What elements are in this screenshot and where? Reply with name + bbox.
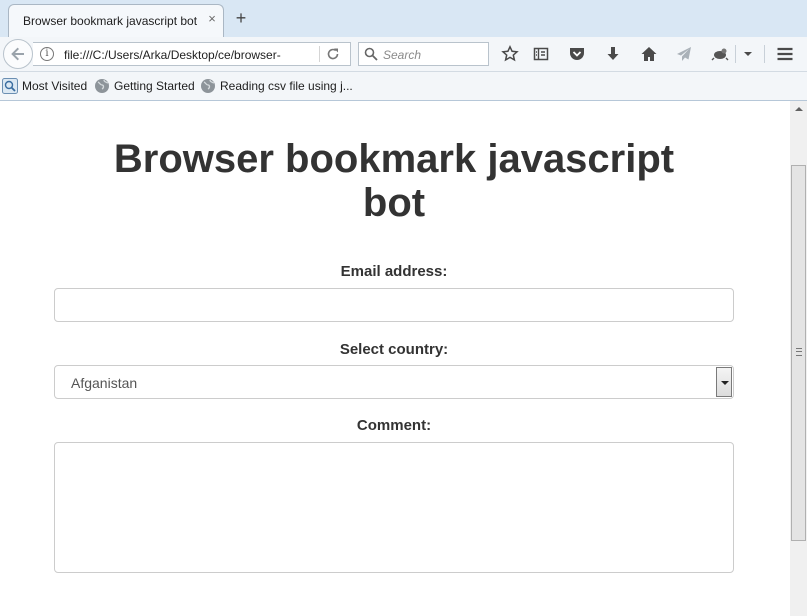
email-field[interactable] [54, 288, 734, 322]
chevron-down-icon[interactable] [716, 367, 732, 397]
tab-strip: Browser bookmark javascript bot × + [0, 0, 807, 38]
bookmark-reading-csv[interactable]: Reading csv file using j... [200, 78, 353, 94]
country-select[interactable]: Afganistan [54, 365, 734, 399]
globe-icon [201, 79, 215, 93]
browser-tab[interactable]: Browser bookmark javascript bot × [8, 4, 224, 37]
navigation-bar: i file:///C:/Users/Arka/Desktop/ce/brows… [0, 37, 807, 72]
back-arrow-icon [11, 47, 24, 61]
search-input[interactable]: Search [383, 48, 421, 62]
star-icon[interactable] [501, 45, 519, 63]
home-icon[interactable] [640, 45, 658, 63]
reading-list-icon[interactable] [532, 45, 550, 63]
vertical-scrollbar[interactable] [790, 101, 807, 616]
scroll-up-icon[interactable] [790, 101, 807, 118]
globe-icon [95, 79, 109, 93]
send-icon[interactable] [675, 45, 693, 63]
url-divider [319, 46, 320, 62]
reload-icon[interactable] [326, 47, 340, 61]
back-button[interactable] [3, 39, 33, 69]
comment-textarea[interactable] [54, 442, 734, 573]
country-selected-value: Afganistan [71, 375, 138, 391]
page-title-line-2: bot [362, 181, 426, 225]
search-icon [364, 47, 378, 61]
new-tab-icon[interactable]: + [232, 9, 250, 27]
bookmark-label: Most Visited [22, 79, 88, 93]
page-title: Browser bookmark javascript bot [110, 137, 678, 225]
page-title-line-1: Browser bookmark javascript [113, 137, 675, 181]
bookmark-label: Reading csv file using j... [220, 79, 353, 93]
tab-title: Browser bookmark javascript bot [23, 14, 198, 28]
email-label: Email address: [340, 263, 448, 280]
search-bar[interactable]: Search [358, 42, 489, 66]
url-text[interactable]: file:///C:/Users/Arka/Desktop/ce/browser… [64, 48, 318, 62]
info-icon[interactable]: i [40, 47, 54, 61]
bookmark-label: Getting Started [114, 79, 195, 93]
comment-label: Comment: [356, 417, 432, 434]
download-icon[interactable] [604, 45, 622, 63]
url-bar[interactable]: i file:///C:/Users/Arka/Desktop/ce/brows… [33, 42, 351, 66]
dropdown-icon[interactable] [739, 45, 757, 63]
close-tab-icon[interactable]: × [205, 12, 219, 26]
bookmark-getting-started[interactable]: Getting Started [94, 78, 198, 94]
extension-icon[interactable] [711, 45, 729, 63]
toolbar-divider [735, 45, 736, 63]
bookmark-most-visited[interactable]: Most Visited [2, 78, 92, 94]
scroll-grip-icon [796, 348, 802, 356]
country-label: Select country: [339, 341, 449, 358]
menu-icon[interactable] [776, 45, 794, 63]
most-visited-icon [2, 78, 18, 94]
pocket-icon[interactable] [568, 45, 586, 63]
toolbar-divider [764, 45, 765, 63]
scroll-thumb[interactable] [791, 165, 806, 541]
page-content: Browser bookmark javascript bot Email ad… [0, 101, 790, 616]
bookmarks-toolbar: Most Visited Getting Started Reading csv… [0, 72, 807, 101]
